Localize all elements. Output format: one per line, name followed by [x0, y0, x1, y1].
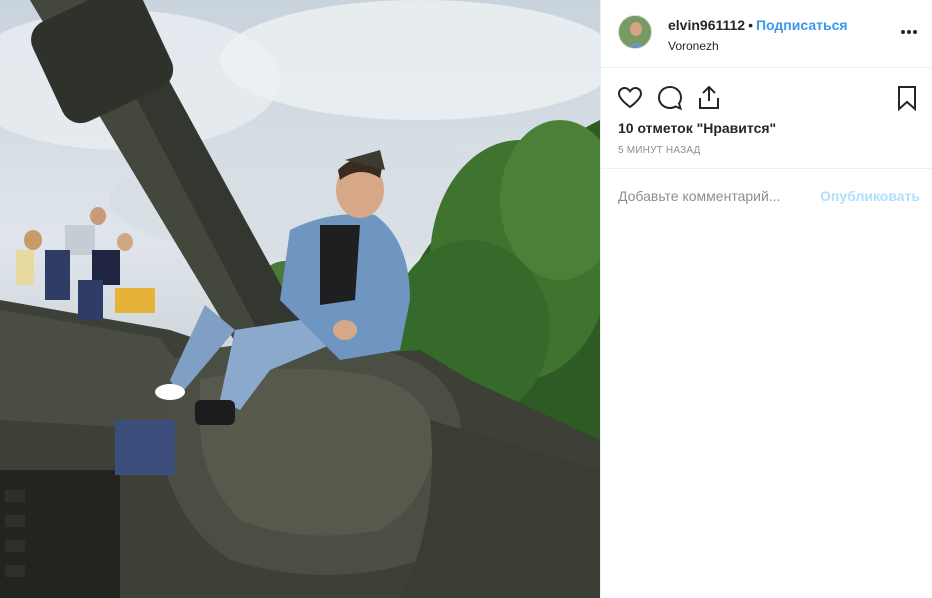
comment-bubble-icon[interactable] — [656, 84, 684, 112]
heart-icon[interactable] — [616, 84, 644, 112]
comment-form: Опубликовать — [601, 168, 932, 224]
more-dots-icon[interactable] — [899, 22, 919, 42]
post-header: elvin961112 • Подписаться Voronezh — [601, 0, 932, 68]
comment-input[interactable] — [618, 185, 818, 207]
post-timestamp[interactable]: 5 минут назад — [618, 145, 701, 156]
post-actions — [601, 80, 932, 116]
share-icon[interactable] — [695, 84, 723, 112]
likes-count[interactable]: 10 отметок "Нравится" — [618, 120, 776, 136]
separator-dot: • — [748, 17, 753, 33]
post-photo[interactable] — [0, 0, 600, 598]
bookmark-icon[interactable] — [893, 84, 921, 112]
photo-illustration — [0, 0, 600, 598]
location-link[interactable]: Voronezh — [668, 39, 848, 53]
publish-button[interactable]: Опубликовать — [820, 188, 920, 204]
username-link[interactable]: elvin961112 — [668, 17, 745, 33]
avatar[interactable] — [618, 15, 652, 49]
follow-button[interactable]: Подписаться — [756, 17, 848, 33]
post-sidebar: elvin961112 • Подписаться Voronezh 10 от… — [600, 0, 932, 598]
